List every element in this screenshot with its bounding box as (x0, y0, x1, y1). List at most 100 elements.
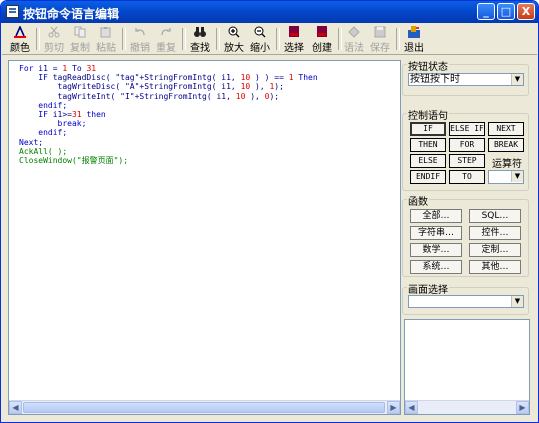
button-state-select[interactable]: 按钮按下时 ▼ (408, 73, 524, 86)
code-token: Next; (19, 137, 44, 147)
find-label: 查找 (190, 43, 210, 54)
code-token: 31 (86, 64, 97, 73)
screen-select[interactable]: ▼ (408, 295, 524, 308)
undo-label: 撤销 (130, 43, 150, 54)
code-token: To (67, 64, 87, 73)
code-line[interactable]: CloseWindow("报警页面"); (19, 156, 318, 165)
paste-button[interactable]: 粘贴 (92, 26, 120, 54)
control-button-else-if[interactable]: ELSE IF (449, 122, 485, 136)
control-button-then[interactable]: THEN (410, 138, 446, 152)
undo-icon (135, 28, 145, 36)
code-line[interactable]: endif; (19, 101, 318, 110)
code-token: tagWriteDisc( "A"+StringFromIntg( i1, (19, 82, 241, 92)
scroll-right-button[interactable]: ▶ (387, 401, 400, 414)
scroll-left-button[interactable]: ◀ (9, 401, 22, 414)
list-scroll-left-button[interactable]: ◀ (405, 401, 418, 414)
button-state-value: 按钮按下时 (410, 74, 460, 85)
function-button-custom[interactable]: 定制… (469, 243, 521, 257)
zoom-in-label: 放大 (224, 43, 244, 54)
exit-label: 退出 (404, 43, 424, 54)
code-line[interactable]: Next; (19, 138, 318, 147)
control-button-step[interactable]: STEP (449, 154, 485, 168)
operator-label: 运算符 (492, 159, 522, 170)
select-label: 选择 (284, 43, 304, 54)
copy-icon (74, 26, 86, 38)
code-editor[interactable]: For i1 = 1 To 31 IF tagReadDisc( "tag"+S… (8, 60, 401, 415)
function-button-sql[interactable]: SQL… (469, 209, 521, 223)
copy-label: 复制 (70, 43, 90, 54)
color-button[interactable]: 颜色 (6, 26, 34, 54)
control-button-for[interactable]: FOR (449, 138, 485, 152)
select-button[interactable]: 选择 (280, 26, 308, 54)
control-statement-label: 控制语句 (407, 107, 449, 122)
control-button-next[interactable]: NEXT (488, 122, 524, 136)
screen-select-group: 画面选择 ▼ (402, 281, 529, 315)
control-button-if[interactable]: IF (410, 122, 446, 136)
code-text[interactable]: For i1 = 1 To 31 IF tagReadDisc( "tag"+S… (19, 64, 318, 165)
copy-button[interactable]: 复制 (66, 26, 94, 54)
code-line[interactable]: endif; (19, 128, 318, 137)
undo-button[interactable]: 撤销 (126, 26, 154, 54)
code-token: endif; (19, 128, 68, 138)
control-button-to[interactable]: TO (449, 170, 485, 184)
code-token: i1>= (52, 110, 72, 120)
function-label: 函数 (407, 193, 429, 208)
chevron-down-icon[interactable]: ▼ (511, 171, 523, 182)
horizontal-scrollbar[interactable]: ◀ ▶ (9, 400, 400, 414)
function-button-other[interactable]: 其他… (469, 260, 521, 274)
function-button-control[interactable]: 控件… (469, 226, 521, 240)
cut-button[interactable]: 剪切 (40, 26, 68, 54)
redo-button[interactable]: 重复 (152, 26, 180, 54)
exit-button[interactable]: 退出 (400, 26, 428, 54)
screen-list[interactable]: ◀ ▶ (404, 319, 530, 415)
maximize-button[interactable]: □ (497, 3, 515, 20)
code-line[interactable]: For i1 = 1 To 31 (19, 64, 318, 73)
function-button-all[interactable]: 全部… (410, 209, 462, 223)
code-line[interactable]: break; (19, 119, 318, 128)
code-token: IF (19, 110, 53, 120)
operator-select[interactable]: ▼ (488, 170, 524, 184)
find-button[interactable]: 查找 (186, 26, 214, 54)
save-label: 保存 (370, 43, 390, 54)
save-button[interactable]: 保存 (366, 26, 394, 54)
color-label: 颜色 (10, 43, 30, 54)
zoom-in-button[interactable]: 放大 (220, 26, 248, 54)
minimize-button[interactable]: _ (477, 3, 495, 20)
list-scroll-right-button[interactable]: ▶ (516, 401, 529, 414)
function-button-string[interactable]: 字符串… (410, 226, 462, 240)
control-button-else[interactable]: ELSE (410, 154, 446, 168)
code-token: IF (19, 73, 53, 83)
syntax-button[interactable]: 语法 (340, 26, 368, 54)
code-token: tagWriteInt( "I"+StringFromIntg( i1, (19, 91, 236, 101)
code-token: 10 (240, 73, 251, 83)
code-token: 10 (235, 91, 246, 101)
code-line[interactable]: AckAll( ); (19, 147, 318, 156)
code-token: AckAll( ); (19, 146, 68, 156)
close-button[interactable]: X (517, 3, 535, 20)
code-token: ), (245, 91, 265, 101)
function-button-system[interactable]: 系统… (410, 260, 462, 274)
zoom-out-button[interactable]: 缩小 (246, 26, 274, 54)
list-horizontal-scrollbar[interactable]: ◀ ▶ (405, 400, 529, 414)
control-button-endif[interactable]: ENDIF (410, 170, 446, 184)
save-icon (374, 26, 386, 38)
paste-label: 粘贴 (96, 43, 116, 54)
title-bar[interactable]: 按钮命令语言编辑 _ □ X (1, 1, 538, 23)
paste-icon (100, 27, 111, 38)
code-token: CloseWindow("报警页面"); (19, 156, 129, 166)
scroll-thumb[interactable] (23, 402, 385, 413)
code-token: 10 (240, 82, 251, 92)
redo-label: 重复 (156, 43, 176, 54)
code-line[interactable]: IF tagReadDisc( "tag"+StringFromIntg( i1… (19, 73, 317, 83)
create-button[interactable]: 创建 (308, 26, 336, 54)
chevron-down-icon[interactable]: ▼ (511, 74, 523, 85)
chevron-down-icon[interactable]: ▼ (511, 296, 523, 307)
code-line[interactable]: IF i1>=31 then (19, 110, 318, 119)
code-line[interactable]: tagWriteInt( "I"+StringFromIntg( i1, 10 … (19, 92, 318, 101)
zoom-in-icon (228, 26, 240, 38)
function-button-math[interactable]: 数学… (410, 243, 462, 257)
control-button-break[interactable]: BREAK (488, 138, 524, 152)
code-line[interactable]: tagWriteDisc( "A"+StringFromIntg( i1, 10… (19, 82, 318, 91)
code-token: For (19, 64, 39, 73)
code-token: tagReadDisc( "tag"+StringFromIntg( i1, (52, 73, 241, 83)
